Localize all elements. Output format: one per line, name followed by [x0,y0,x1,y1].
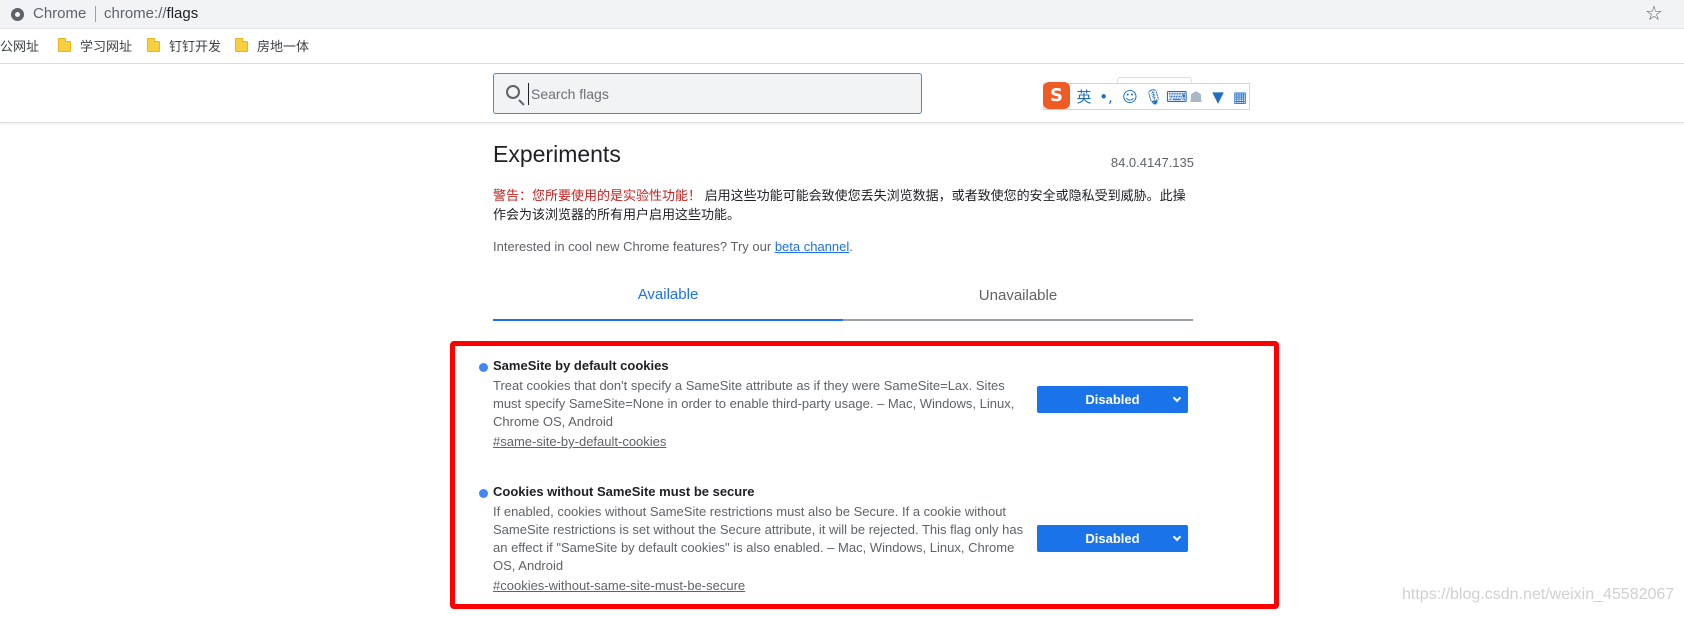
flag-status-dot [479,363,488,372]
flag-name: Cookies without SameSite must be secure [493,484,755,499]
page-title: Experiments [493,141,621,167]
promo-suffix: . [849,239,853,254]
flag-anchor-link[interactable]: #cookies-without-same-site-must-be-secur… [493,578,745,593]
flag-state-value: Disabled [1085,531,1140,546]
search-icon [506,85,520,99]
flags-search-header [0,65,1684,123]
flag-state-select[interactable]: Disabled [1037,386,1188,413]
keyboard-icon[interactable]: ⌨ [1166,87,1188,107]
omnibox-separator [95,6,96,22]
url-text[interactable]: chrome://flags [104,5,198,22]
flag-name: SameSite by default cookies [493,358,669,373]
emoji-icon[interactable]: ☺ [1122,87,1138,107]
url-host: flags [166,5,199,22]
url-scheme: chrome:// [104,5,167,22]
beta-channel-link[interactable]: beta channel [775,239,849,254]
bookmark-label: 钉钉开发 [169,39,222,54]
flag-state-select[interactable]: Disabled [1037,525,1188,552]
flag-description: Treat cookies that don't specify a SameS… [493,378,1015,429]
bookmark-label: 学习网址 [80,39,133,54]
tab-available[interactable]: Available [493,271,843,321]
search-box[interactable] [493,73,922,114]
flag-status-dot [479,489,488,498]
shirt-icon[interactable]: ▼ [1210,87,1226,107]
user-icon[interactable]: ☗ [1188,87,1204,107]
warning-text: 警告：您所要使用的是实验性功能！ 启用这些功能可能会致使您丢失浏览数据，或者致使… [493,186,1193,224]
bookmark-label: 办公网址 [0,39,40,54]
search-input[interactable] [528,83,908,105]
watermark-text: https://blog.csdn.net/weixin_45582067 [1402,586,1675,603]
promo-text: Interested in cool new Chrome features? … [493,239,853,254]
bookmarks-bar: 办公网址 学习网址 钉钉开发 房地一体 [0,30,1684,64]
ime-toolbar[interactable]: S 英 •, ☺ 🎙 ⌨ ☗ ▼ ▦ [1043,82,1250,110]
grid-icon[interactable]: ▦ [1232,87,1248,107]
folder-icon [58,38,71,52]
ime-language-toggle[interactable]: 英 [1076,87,1092,107]
flag-description: If enabled, cookies without SameSite res… [493,504,1024,573]
sogou-logo-icon[interactable]: S [1043,82,1070,109]
ime-punctuation-toggle[interactable]: •, [1098,87,1114,107]
bookmark-label: 房地一体 [257,39,310,54]
bookmark-folder-office[interactable]: 办公网址 [0,38,39,56]
bookmark-folder-dingtalk[interactable]: 钉钉开发 [147,38,221,56]
tabs: Available Unavailable [493,271,1193,321]
chevron-down-icon [1172,532,1182,542]
tab-unavailable[interactable]: Unavailable [843,271,1193,321]
chevron-down-icon [1172,393,1182,403]
folder-icon [147,38,160,52]
promo-prefix: Interested in cool new Chrome features? … [493,239,775,254]
microphone-icon[interactable]: 🎙 [1144,87,1163,107]
bookmark-star-icon[interactable]: ☆ [1645,2,1663,26]
flag-state-value: Disabled [1085,392,1140,407]
bookmark-folder-study[interactable]: 学习网址 [58,38,132,56]
folder-icon [235,38,248,52]
chrome-info-icon[interactable] [11,8,24,21]
version-label: 84.0.4147.135 [1110,155,1194,170]
flag-anchor-link[interactable]: #same-site-by-default-cookies [493,434,666,449]
bookmark-folder-realestate[interactable]: 房地一体 [235,38,309,56]
omnibox[interactable]: Chrome chrome://flags ☆ [0,0,1684,29]
site-name: Chrome [33,5,87,22]
warning-highlight: 警告：您所要使用的是实验性功能！ [493,188,702,203]
